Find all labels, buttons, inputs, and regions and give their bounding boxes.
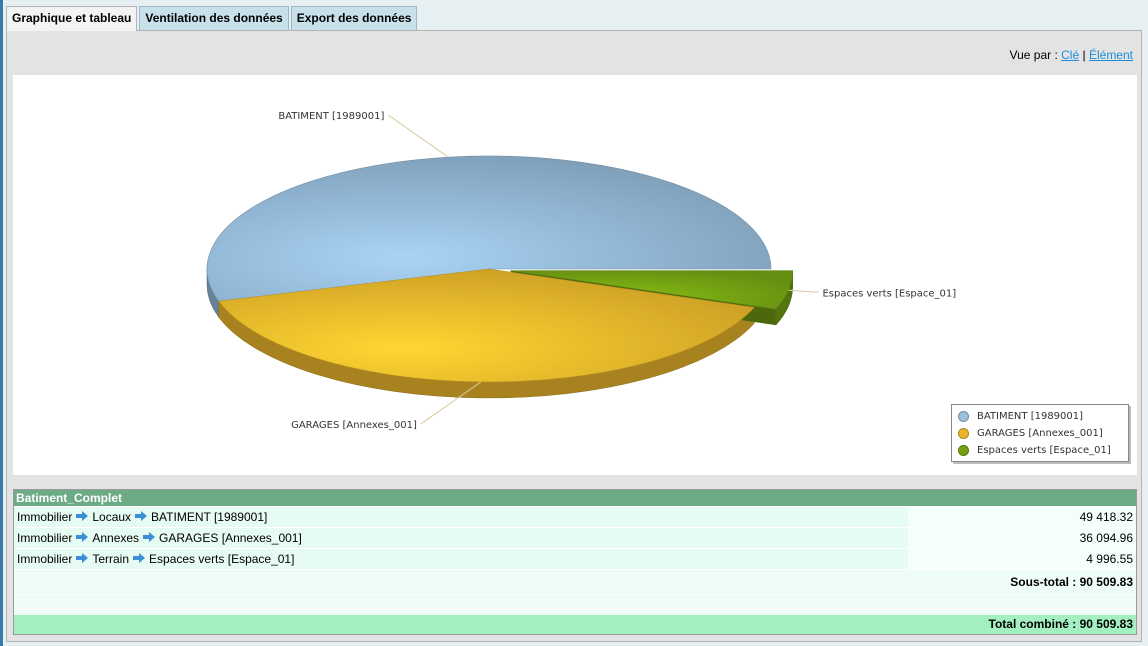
arrow-right-icon (76, 549, 89, 570)
path-cell: Immobilier Locaux BATIMENT [1989001] (14, 507, 908, 527)
tab-content-panel: Vue par : Clé | Élément BATIMENT [198900… (6, 30, 1142, 642)
legend-item: BATIMENT [1989001] (958, 408, 1128, 425)
path-cell: Immobilier Terrain Espaces verts [Espace… (14, 549, 908, 569)
view-by-key-link[interactable]: Clé (1061, 48, 1079, 62)
arrow-right-icon (76, 528, 89, 549)
arrow-right-icon (135, 507, 148, 528)
legend-label: BATIMENT [1989001] (977, 411, 1084, 422)
pie-chart-area: BATIMENT [1989001] GARAGES [Annexes_001] E… (13, 75, 1137, 475)
tab-graphique-et-tableau[interactable]: Graphique et tableau (6, 6, 138, 31)
table-row[interactable]: Immobilier Terrain Espaces verts [Espace… (14, 549, 1136, 570)
table-row[interactable]: Immobilier Locaux BATIMENT [1989001] 49 … (14, 507, 1136, 528)
tab-bar: Graphique et tableau Ventilation des don… (6, 6, 419, 31)
path-segment: BATIMENT [1989001] (151, 509, 268, 524)
path-segment: GARAGES [Annexes_001] (159, 530, 302, 545)
path-segment: Terrain (92, 551, 130, 566)
legend-item: Espaces verts [Espace_01] (958, 442, 1128, 459)
arrow-right-icon (133, 549, 146, 570)
view-by-element-link[interactable]: Élément (1089, 48, 1133, 62)
path-segment: Immobilier (17, 530, 73, 545)
path-segment: Espaces verts [Espace_01] (149, 551, 295, 566)
chart-legend: BATIMENT [1989001] GARAGES [Annexes_001]… (951, 404, 1129, 462)
arrow-right-icon (76, 507, 89, 528)
amount-cell: 4 996.55 (908, 549, 1136, 569)
breakdown-table: Batiment_Complet Immobilier Locaux BATIM… (13, 489, 1137, 635)
legend-swatch-icon (958, 445, 969, 456)
tab-export-des-donnees[interactable]: Export des données (290, 6, 418, 30)
legend-swatch-icon (958, 428, 969, 439)
arrow-right-icon (143, 528, 156, 549)
path-segment: Annexes (92, 530, 140, 545)
window-left-border (0, 0, 3, 646)
path-cell: Immobilier Annexes GARAGES [Annexes_001] (14, 528, 908, 548)
legend-item: GARAGES [Annexes_001] (958, 425, 1128, 442)
tab-ventilation-des-donnees[interactable]: Ventilation des données (139, 6, 289, 30)
amount-cell: 49 418.32 (908, 507, 1136, 527)
amount-cell: 36 094.96 (908, 528, 1136, 548)
path-segment: Locaux (92, 509, 132, 524)
subtotal-row: Sous-total : 90 509.83 (1010, 575, 1133, 589)
pie-slice-label: GARAGES [Annexes_001] (291, 420, 417, 431)
pie-leader-line (388, 114, 449, 158)
legend-swatch-icon (958, 411, 969, 422)
path-segment: Immobilier (17, 551, 73, 566)
view-by-label: Vue par : (1009, 48, 1058, 62)
path-segment: Immobilier (17, 509, 73, 524)
pie-slice-label: Espaces verts [Espace_01] (822, 288, 956, 299)
view-by-separator: | (1082, 48, 1086, 62)
pie-slice-label: BATIMENT [1989001] (278, 111, 384, 122)
pie-leader-line (788, 289, 819, 293)
legend-label: GARAGES [Annexes_001] (977, 428, 1103, 439)
table-spacer (14, 594, 1136, 610)
total-row: Total combiné : 90 509.83 (14, 615, 1136, 634)
table-row[interactable]: Immobilier Annexes GARAGES [Annexes_001]… (14, 528, 1136, 549)
group-header: Batiment_Complet (14, 490, 1136, 507)
view-by-selector: Vue par : Clé | Élément (1010, 48, 1133, 62)
legend-label: Espaces verts [Espace_01] (977, 445, 1111, 456)
